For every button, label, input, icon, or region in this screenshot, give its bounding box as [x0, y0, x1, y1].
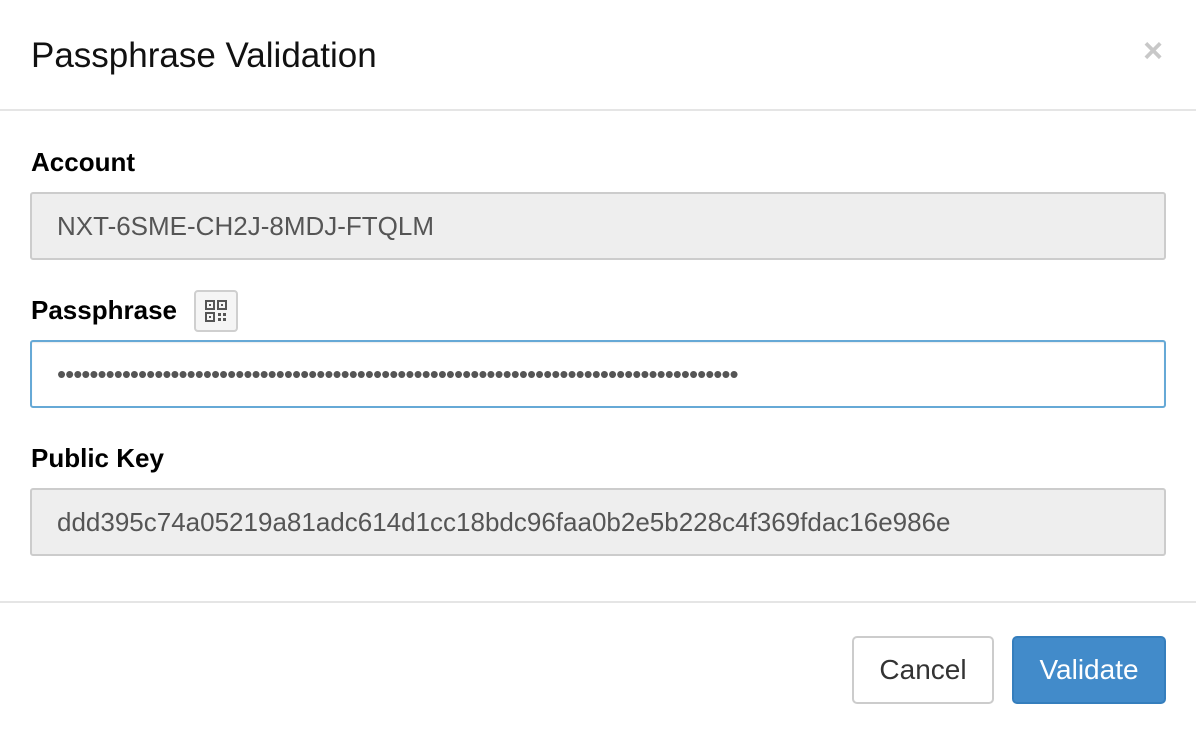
qr-code-icon	[205, 300, 227, 322]
qr-scan-button[interactable]	[194, 290, 238, 332]
modal-title: Passphrase Validation	[31, 36, 377, 75]
account-label: Account	[31, 147, 135, 177]
passphrase-input[interactable]: ••••••••••••••••••••••••••••••••••••••••…	[30, 340, 1166, 408]
passphrase-label: Passphrase	[31, 295, 177, 325]
close-button[interactable]: ×	[1138, 34, 1168, 68]
cancel-button[interactable]: Cancel	[852, 636, 994, 704]
account-field: NXT-6SME-CH2J-8MDJ-FTQLM	[30, 192, 1166, 260]
public-key-field: ddd395c74a05219a81adc614d1cc18bdc96faa0b…	[30, 488, 1166, 556]
modal-footer: Cancel Validate	[0, 601, 1196, 732]
passphrase-validation-modal: Passphrase Validation × Account NXT-6SME…	[0, 0, 1196, 732]
public-key-label: Public Key	[31, 443, 164, 473]
modal-header: Passphrase Validation ×	[0, 0, 1196, 111]
validate-button[interactable]: Validate	[1012, 636, 1166, 704]
